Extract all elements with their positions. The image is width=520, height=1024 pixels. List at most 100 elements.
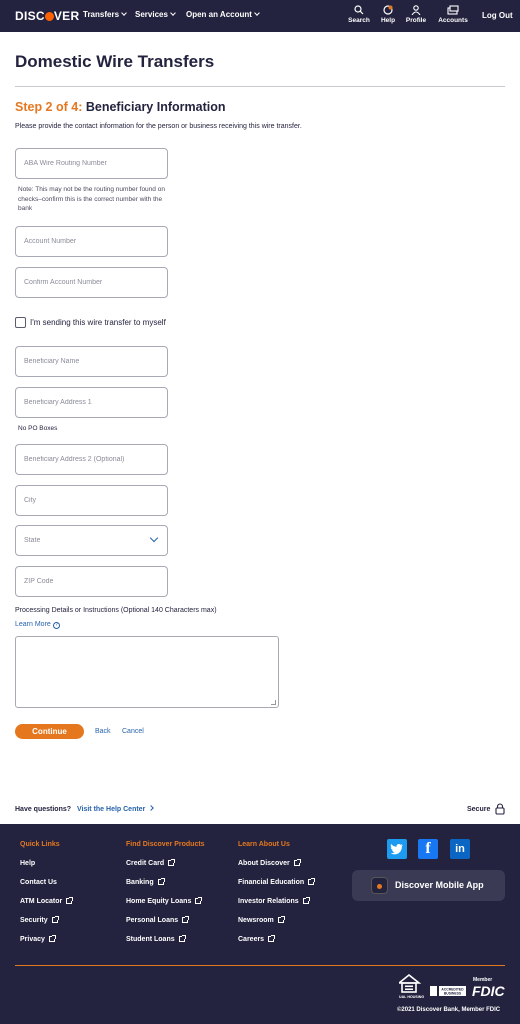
beneficiary-name-input[interactable] <box>16 347 167 376</box>
footer-link-student-loans[interactable]: Student Loans <box>126 935 186 943</box>
title-divider <box>15 86 505 87</box>
footer-link-credit-card[interactable]: Credit Card <box>126 859 176 867</box>
twitter-bird-glyph <box>390 843 403 855</box>
beneficiary-name-field[interactable] <box>15 346 168 377</box>
routing-note: Note: This may not be the routing number… <box>18 186 165 212</box>
address1-field[interactable] <box>15 387 168 418</box>
site-footer: Quick Links Help Contact Us ATM Locator … <box>0 824 520 1024</box>
nav-open-account-label: Open an Account <box>186 10 252 19</box>
send-to-myself-checkbox[interactable] <box>15 317 26 328</box>
footer-link-newsroom[interactable]: Newsroom <box>238 916 285 924</box>
nav-transfers[interactable]: Transfers <box>83 10 127 19</box>
footer-link-banking-label: Banking <box>126 879 154 886</box>
discover-logo[interactable]: DISC VER <box>15 9 79 23</box>
top-nav-bar: DISC VER Transfers Services Open an Accou… <box>0 0 520 32</box>
help-bar: Have questions? Visit the Help Center <box>15 805 155 813</box>
chevron-down-icon <box>121 10 127 16</box>
footer-link-financial-ed[interactable]: Financial Education <box>238 878 316 886</box>
confirm-account-input[interactable] <box>16 268 167 297</box>
back-link[interactable]: Back <box>95 728 111 735</box>
address2-field[interactable] <box>15 444 168 475</box>
twitter-icon[interactable] <box>387 839 407 859</box>
products-heading: Find Discover Products <box>126 841 205 848</box>
nav-transfers-label: Transfers <box>83 10 120 19</box>
external-link-icon <box>268 935 276 942</box>
header-profile-button[interactable]: Profile <box>401 5 431 24</box>
footer-link-newsroom-label: Newsroom <box>238 917 274 924</box>
external-link-icon <box>308 878 316 885</box>
linkedin-icon[interactable]: in <box>450 839 470 859</box>
svg-text:EQUAL HOUSING: EQUAL HOUSING <box>399 995 424 999</box>
address2-input[interactable] <box>16 445 167 474</box>
footer-link-personal-loans-label: Personal Loans <box>126 917 179 924</box>
equal-housing-lender-icon: EQUAL HOUSING <box>399 974 424 999</box>
footer-link-security[interactable]: Security <box>20 916 59 924</box>
footer-link-investor[interactable]: Investor Relations <box>238 897 310 905</box>
address1-input[interactable] <box>16 388 167 417</box>
step-title: Beneficiary Information <box>85 100 226 114</box>
help-label: Help <box>380 17 396 24</box>
zip-field[interactable] <box>15 566 168 597</box>
header-search-button[interactable]: Search <box>344 5 374 24</box>
send-to-myself-label[interactable]: I'm sending this wire transfer to myself <box>30 318 166 327</box>
help-center-link[interactable]: Visit the Help Center <box>77 805 155 813</box>
resize-handle-icon[interactable] <box>271 700 276 705</box>
page-title: Domestic Wire Transfers <box>15 52 215 71</box>
footer-link-careers[interactable]: Careers <box>238 935 276 943</box>
chevron-down-icon <box>170 10 176 16</box>
zip-input[interactable] <box>16 567 167 596</box>
profile-label: Profile <box>405 17 427 24</box>
mobile-app-button[interactable]: Discover Mobile App <box>352 870 505 901</box>
state-select[interactable]: State <box>15 525 168 556</box>
footer-link-security-label: Security <box>20 917 48 924</box>
routing-number-input[interactable] <box>16 149 167 178</box>
external-link-icon <box>157 878 165 885</box>
copyright-text: ©2021 Discover Bank, Member FDIC <box>397 1007 501 1013</box>
external-link-icon <box>182 916 190 923</box>
accounts-icon <box>447 5 459 15</box>
processing-textarea[interactable] <box>15 636 279 708</box>
search-icon <box>354 5 364 15</box>
lock-icon <box>495 803 505 815</box>
header-accounts-button[interactable]: Accounts <box>438 5 468 24</box>
account-number-input[interactable] <box>16 227 167 256</box>
routing-number-field[interactable] <box>15 148 168 179</box>
city-field[interactable] <box>15 485 168 516</box>
footer-link-atm[interactable]: ATM Locator <box>20 897 74 905</box>
footer-link-banking[interactable]: Banking <box>126 878 165 886</box>
search-label: Search <box>348 17 370 24</box>
cancel-link[interactable]: Cancel <box>122 728 144 735</box>
continue-button[interactable]: Continue <box>15 724 84 739</box>
footer-link-help[interactable]: Help <box>20 860 35 867</box>
footer-link-student-loans-label: Student Loans <box>126 936 175 943</box>
nav-open-account[interactable]: Open an Account <box>186 10 260 19</box>
help-question-text: Have questions? <box>15 806 72 813</box>
logout-button[interactable]: Log Out <box>482 11 513 20</box>
footer-link-atm-label: ATM Locator <box>20 898 63 905</box>
footer-link-contact[interactable]: Contact Us <box>20 879 57 886</box>
external-link-icon <box>178 935 186 942</box>
external-link-icon <box>51 916 59 923</box>
footer-link-privacy-label: Privacy <box>20 936 45 943</box>
city-input[interactable] <box>16 486 167 515</box>
footer-link-financial-ed-label: Financial Education <box>238 879 305 886</box>
account-number-field[interactable] <box>15 226 168 257</box>
processing-label: Processing Details or Instructions (Opti… <box>15 607 217 614</box>
svg-text:BUSINESS: BUSINESS <box>444 992 462 996</box>
external-link-icon <box>195 897 203 904</box>
external-link-icon <box>302 897 310 904</box>
footer-link-about[interactable]: About Discover <box>238 859 301 867</box>
facebook-icon[interactable]: f <box>418 839 438 859</box>
footer-link-privacy[interactable]: Privacy <box>20 935 56 943</box>
profile-icon <box>411 5 421 15</box>
confirm-account-field[interactable] <box>15 267 168 298</box>
chevron-right-icon <box>148 805 155 811</box>
discover-app-icon <box>371 877 388 894</box>
footer-link-home-equity[interactable]: Home Equity Loans <box>126 897 203 905</box>
nav-services[interactable]: Services <box>135 10 176 19</box>
header-help-button[interactable]: Help <box>373 5 403 24</box>
learn-more-link[interactable]: Learn More? <box>15 621 60 629</box>
footer-link-credit-card-label: Credit Card <box>126 860 165 867</box>
instructions-text: Please provide the contact information f… <box>15 123 302 130</box>
footer-link-personal-loans[interactable]: Personal Loans <box>126 916 190 924</box>
